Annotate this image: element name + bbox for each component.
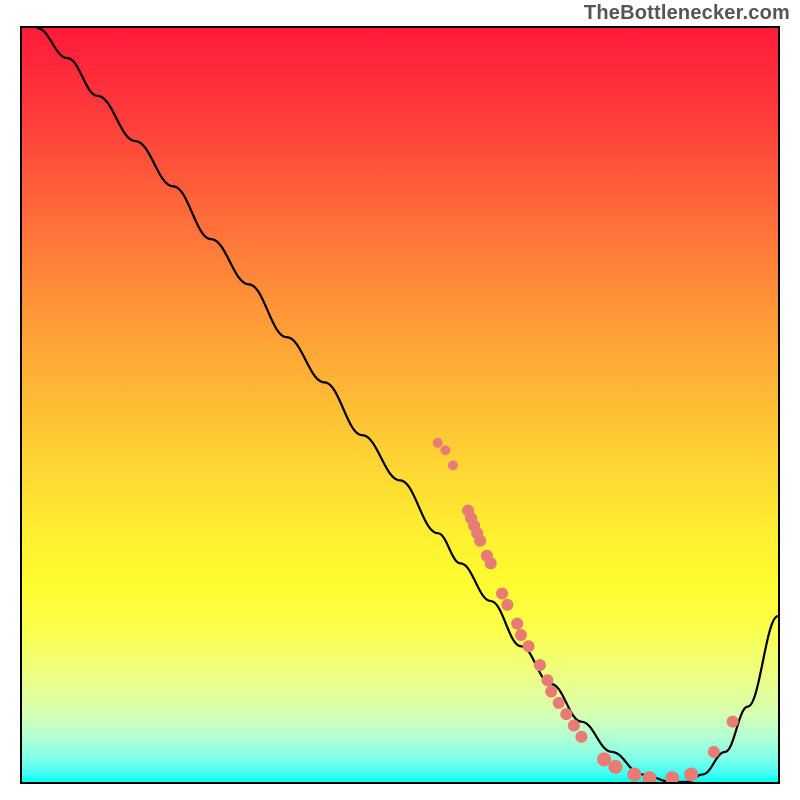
chart-overlay [22, 28, 778, 782]
data-point [541, 674, 553, 686]
data-point [523, 640, 535, 652]
data-point [515, 629, 527, 641]
data-point [684, 767, 698, 781]
data-point [553, 697, 565, 709]
data-point [474, 535, 486, 547]
data-point [642, 771, 656, 782]
data-point [511, 618, 523, 630]
data-point [560, 708, 572, 720]
data-point [665, 771, 679, 782]
data-point [608, 760, 622, 774]
data-point [440, 445, 450, 455]
chart-scatter-points [433, 438, 739, 782]
data-point [534, 659, 546, 671]
data-point [448, 460, 458, 470]
attribution-label: TheBottlenecker.com [584, 2, 790, 25]
chart-curve [37, 28, 778, 782]
data-point [727, 716, 739, 728]
chart-area [20, 26, 780, 784]
data-point [501, 599, 513, 611]
data-point [433, 438, 443, 448]
data-point [545, 686, 557, 698]
data-point [485, 557, 497, 569]
data-point [708, 746, 720, 758]
data-point [568, 719, 580, 731]
data-point [627, 767, 641, 781]
data-point [575, 731, 587, 743]
data-point [496, 588, 508, 600]
